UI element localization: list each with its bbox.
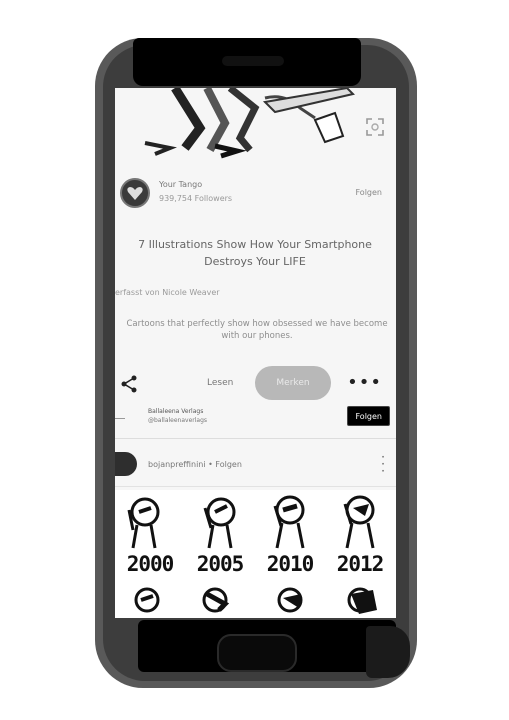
figure-drawing — [273, 495, 305, 549]
read-button[interactable]: Lesen — [207, 378, 233, 388]
author-name[interactable]: Your Tango — [159, 180, 202, 189]
year-label: 2010 — [266, 552, 315, 576]
pin-user-row: bojanpreffinini • Folgen · · · — [115, 450, 396, 480]
divider-dash — [115, 418, 125, 419]
hero-drawing — [144, 88, 355, 159]
year-label: 2000 — [126, 552, 175, 576]
pin-description: Cartoons that perfectly show how obsesse… — [126, 319, 388, 341]
comic-second-row — [134, 587, 377, 614]
author-row: Your Tango 939,754 Followers Folgen — [115, 178, 396, 212]
speaker-grille — [222, 56, 284, 66]
created-by: erfasst von Nicole Weaver — [115, 288, 220, 297]
board-row: Ballaleena Verlags @ballaleenaverlags Fo… — [115, 406, 396, 432]
figure-drawing — [343, 495, 375, 549]
author-followers: 939,754 Followers — [159, 194, 233, 203]
pin-title[interactable]: 7 Illustrations Show How Your Smartphone… — [135, 236, 375, 270]
board-name[interactable]: Ballaleena Verlags — [148, 408, 203, 415]
section-divider — [115, 438, 396, 439]
action-bar: Lesen Merken ••• — [115, 366, 396, 402]
app-screen: Your Tango 939,754 Followers Folgen 7 Il… — [115, 88, 396, 618]
year-label: 2005 — [196, 552, 245, 576]
year-label: 2012 — [336, 552, 385, 576]
pin-user-line[interactable]: bojanpreffinini • Folgen — [148, 460, 242, 469]
home-button[interactable] — [217, 634, 297, 672]
save-button[interactable]: Merken — [255, 366, 331, 400]
board-handle: @ballaleenaverlags — [148, 417, 208, 424]
figure-drawing — [203, 497, 236, 549]
phone-corner — [366, 626, 410, 678]
hero-illustration — [115, 88, 396, 160]
vertical-more-icon[interactable]: · · · — [380, 451, 386, 477]
section-divider — [115, 486, 396, 487]
comic-image[interactable]: 2000 2005 2010 2012 — [115, 490, 396, 618]
expand-icon[interactable] — [364, 116, 386, 138]
more-options-icon[interactable]: ••• — [347, 372, 382, 393]
follow-author-button[interactable]: Folgen — [355, 188, 382, 197]
author-avatar[interactable] — [120, 178, 150, 208]
pin-user-avatar[interactable] — [115, 452, 137, 476]
follow-board-button[interactable]: Folgen — [347, 406, 390, 426]
share-icon[interactable] — [119, 374, 139, 394]
heart-logo-icon — [127, 187, 143, 200]
figure-drawing — [127, 497, 160, 549]
